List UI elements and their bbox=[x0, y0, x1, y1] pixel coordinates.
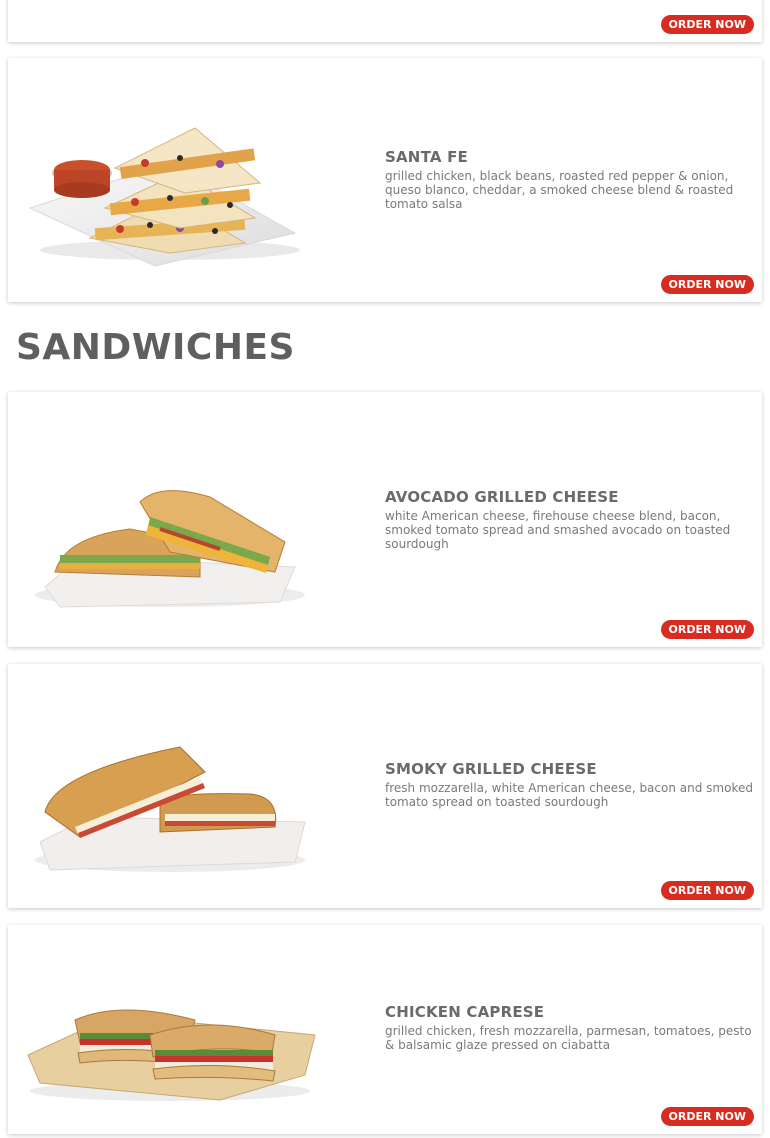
section-title: SANDWICHES bbox=[16, 327, 295, 368]
menu-item-card: AVOCADO GRILLED CHEESE white American ch… bbox=[8, 392, 762, 647]
smoky-grilled-cheese-image bbox=[20, 702, 320, 877]
menu-item-description: white American cheese, firehouse cheese … bbox=[385, 509, 731, 551]
menu-item-description: grilled chicken, fresh mozzarella, parme… bbox=[385, 1024, 752, 1052]
santa-fe-quesadilla-image bbox=[20, 88, 320, 268]
chicken-caprese-image bbox=[20, 965, 320, 1105]
order-now-button[interactable]: ORDER NOW bbox=[660, 1107, 754, 1126]
menu-item-card-previous: ORDER NOW bbox=[8, 0, 762, 42]
menu-item-description: grilled chicken, black beans, roasted re… bbox=[385, 169, 734, 211]
order-now-button[interactable]: ORDER NOW bbox=[660, 620, 754, 639]
menu-item-description: fresh mozzarella, white American cheese,… bbox=[385, 781, 753, 809]
menu-item-name: CHICKEN CAPRESE bbox=[385, 1003, 545, 1021]
menu-item-name: SANTA FE bbox=[385, 148, 468, 166]
order-now-button[interactable]: ORDER NOW bbox=[660, 275, 754, 294]
menu-page: ORDER NOW SANTA FE grilled chicken, blac… bbox=[0, 0, 770, 1138]
menu-item-name: SMOKY GRILLED CHEESE bbox=[385, 760, 597, 778]
menu-item-card: CHICKEN CAPRESE grilled chicken, fresh m… bbox=[8, 925, 762, 1134]
order-now-button[interactable]: ORDER NOW bbox=[660, 15, 754, 34]
avocado-grilled-cheese-image bbox=[20, 437, 320, 612]
order-now-button[interactable]: ORDER NOW bbox=[660, 881, 754, 900]
menu-item-name: AVOCADO GRILLED CHEESE bbox=[385, 488, 619, 506]
menu-item-card: SMOKY GRILLED CHEESE fresh mozzarella, w… bbox=[8, 664, 762, 908]
menu-item-card: SANTA FE grilled chicken, black beans, r… bbox=[8, 58, 762, 302]
